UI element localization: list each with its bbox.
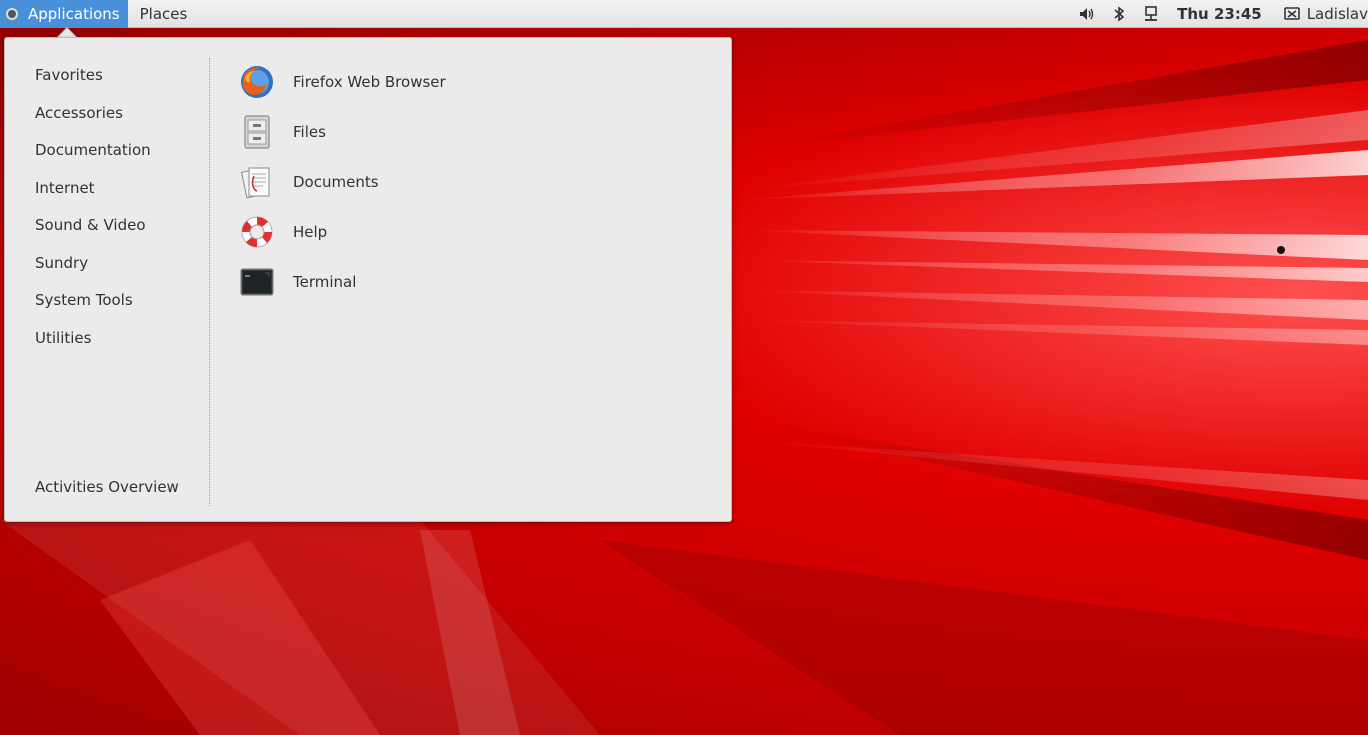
category-system-tools[interactable]: System Tools <box>35 291 133 309</box>
category-accessories[interactable]: Accessories <box>35 104 123 122</box>
app-label: Firefox Web Browser <box>293 73 446 91</box>
app-label: Files <box>293 123 326 141</box>
applications-menu-button[interactable]: Applications <box>0 0 128 28</box>
user-name: Ladislav <box>1306 4 1368 23</box>
category-sound-video[interactable]: Sound & Video <box>35 216 146 234</box>
app-help[interactable]: Help <box>239 212 699 252</box>
terminal-icon <box>239 264 275 300</box>
system-tray: Thu 23:45 Ladislav <box>1071 0 1368 28</box>
app-label: Terminal <box>293 273 357 291</box>
app-files[interactable]: Files <box>239 112 699 152</box>
clock[interactable]: Thu 23:45 <box>1177 5 1262 23</box>
network-wired-icon[interactable] <box>1142 5 1160 23</box>
activities-overview-link[interactable]: Activities Overview <box>35 478 179 496</box>
user-menu[interactable]: Ladislav <box>1276 5 1368 23</box>
distro-logo-icon <box>6 7 18 20</box>
documents-icon <box>239 164 275 200</box>
files-icon <box>239 114 275 150</box>
applications-menu-popup: Favorites Accessories Documentation Inte… <box>4 37 732 522</box>
menu-divider <box>209 58 210 506</box>
top-panel: Applications Places Thu 23:45 Ladislav <box>0 0 1368 28</box>
app-firefox[interactable]: Firefox Web Browser <box>239 62 699 102</box>
mouse-pointer <box>1277 246 1285 254</box>
category-list: Favorites Accessories Documentation Inte… <box>5 38 209 521</box>
category-documentation[interactable]: Documentation <box>35 141 151 159</box>
app-terminal[interactable]: Terminal <box>239 262 699 302</box>
app-label: Documents <box>293 173 379 191</box>
category-utilities[interactable]: Utilities <box>35 329 91 347</box>
volume-icon[interactable] <box>1078 5 1096 23</box>
places-menu-button[interactable]: Places <box>128 0 200 28</box>
category-internet[interactable]: Internet <box>35 179 95 197</box>
firefox-icon <box>239 64 275 100</box>
category-sundry[interactable]: Sundry <box>35 254 88 272</box>
app-documents[interactable]: Documents <box>239 162 699 202</box>
applications-label: Applications <box>28 4 120 23</box>
user-icon <box>1283 5 1301 23</box>
help-icon <box>239 214 275 250</box>
places-label: Places <box>139 4 188 23</box>
app-label: Help <box>293 223 328 241</box>
bluetooth-icon[interactable] <box>1110 5 1128 23</box>
category-favorites[interactable]: Favorites <box>35 66 103 84</box>
